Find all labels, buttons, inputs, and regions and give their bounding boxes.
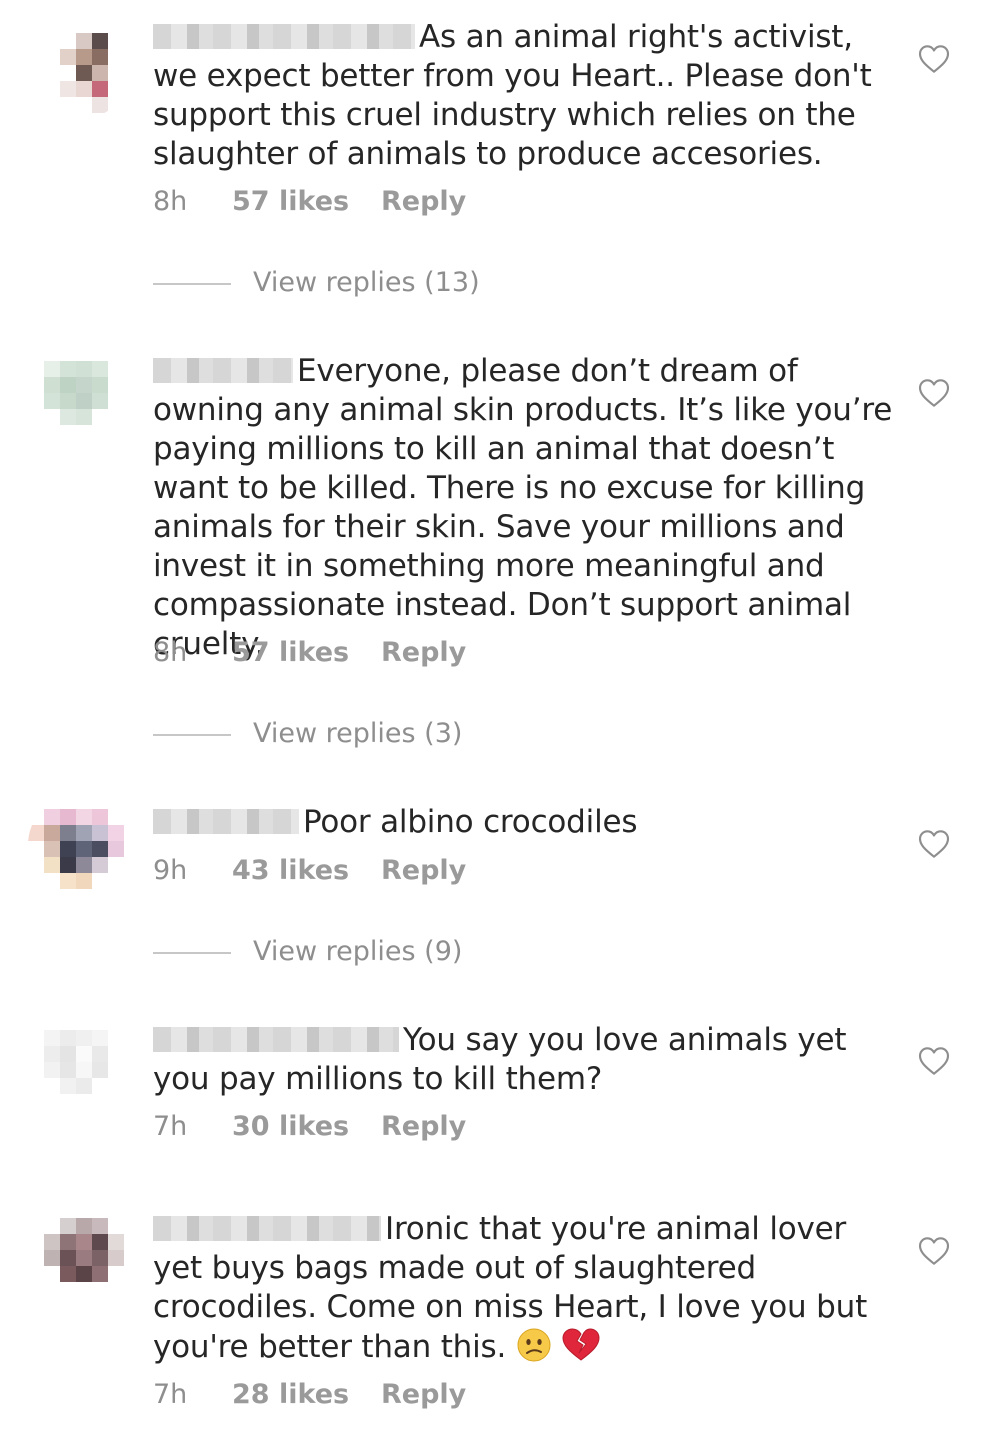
avatar[interactable] <box>28 15 132 119</box>
comment-time: 7h <box>153 1111 188 1142</box>
likes-count[interactable]: 28 likes <box>232 1379 381 1410</box>
divider <box>153 733 231 736</box>
comment-meta: 9h 43 likes Reply <box>153 855 466 886</box>
comment-meta: 8h 57 likes Reply <box>153 186 466 217</box>
broken-heart-emoji <box>562 1328 600 1361</box>
comment-body: Everyone, please don’t dream of owning a… <box>153 353 893 662</box>
username-redacted[interactable] <box>153 1027 399 1052</box>
likes-count[interactable]: 30 likes <box>232 1111 381 1142</box>
comment-time: 9h <box>153 855 188 886</box>
divider <box>153 282 231 285</box>
comment-text: Everyone, please don’t dream of owning a… <box>153 352 893 664</box>
heart-outline-icon[interactable] <box>918 829 950 859</box>
reply-button[interactable]: Reply <box>381 1379 466 1410</box>
username-redacted[interactable] <box>153 809 299 834</box>
comment-time: 8h <box>153 186 188 217</box>
comment-meta: 8h 57 likes Reply <box>153 637 466 668</box>
confused-face-emoji <box>517 1328 551 1362</box>
avatar[interactable] <box>28 345 132 449</box>
comment-text: Poor albino crocodiles <box>153 803 893 842</box>
view-replies-button[interactable]: View replies (13) <box>153 267 480 298</box>
likes-count[interactable]: 57 likes <box>232 186 381 217</box>
divider <box>153 951 231 954</box>
reply-button[interactable]: Reply <box>381 186 466 217</box>
view-replies-button[interactable]: View replies (9) <box>153 936 462 967</box>
username-redacted[interactable] <box>153 24 415 49</box>
heart-outline-icon[interactable] <box>918 44 950 74</box>
likes-count[interactable]: 57 likes <box>232 637 381 668</box>
heart-outline-icon[interactable] <box>918 378 950 408</box>
reply-button[interactable]: Reply <box>381 1111 466 1142</box>
username-redacted[interactable] <box>153 1216 381 1241</box>
comment-text: As an animal right's activist, we expect… <box>153 18 893 174</box>
comment-body: Poor albino crocodiles <box>303 804 638 840</box>
avatar[interactable] <box>28 1014 132 1118</box>
likes-count[interactable]: 43 likes <box>232 855 381 886</box>
comment-meta: 7h 30 likes Reply <box>153 1111 466 1142</box>
comment-time: 8h <box>153 637 188 668</box>
view-replies-label: View replies (9) <box>253 936 463 967</box>
avatar[interactable] <box>28 793 132 897</box>
avatar[interactable] <box>28 1202 132 1306</box>
view-replies-button[interactable]: View replies (3) <box>153 718 462 749</box>
view-replies-label: View replies (13) <box>253 267 480 298</box>
comment-text: Ironic that you're animal lover yet buys… <box>153 1210 893 1367</box>
comment-meta: 7h 28 likes Reply <box>153 1379 466 1410</box>
comment-text: You say you love animals yet you pay mil… <box>153 1021 893 1099</box>
reply-button[interactable]: Reply <box>381 855 466 886</box>
comment-time: 7h <box>153 1379 188 1410</box>
view-replies-label: View replies (3) <box>253 718 463 749</box>
heart-outline-icon[interactable] <box>918 1046 950 1076</box>
username-redacted[interactable] <box>153 358 293 383</box>
heart-outline-icon[interactable] <box>918 1236 950 1266</box>
reply-button[interactable]: Reply <box>381 637 466 668</box>
